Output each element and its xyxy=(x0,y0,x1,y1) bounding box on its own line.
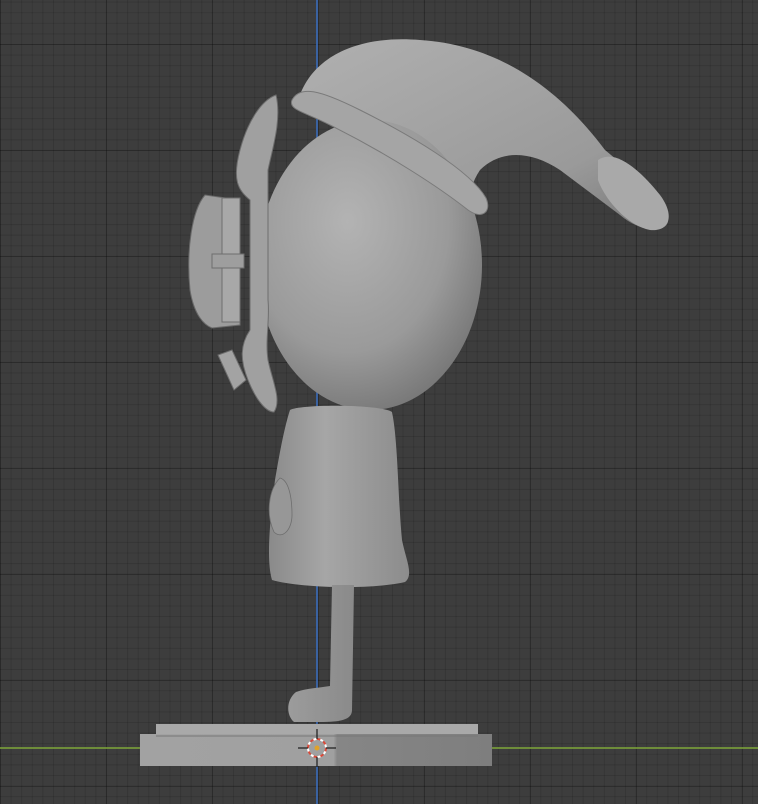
hat-tip-mesh xyxy=(598,156,669,231)
leg-mesh xyxy=(288,585,354,722)
3d-viewport[interactable] xyxy=(0,0,758,804)
character-model[interactable] xyxy=(140,39,669,766)
viewport-scene[interactable] xyxy=(0,0,758,804)
goggle-buckle-mesh xyxy=(211,253,245,269)
